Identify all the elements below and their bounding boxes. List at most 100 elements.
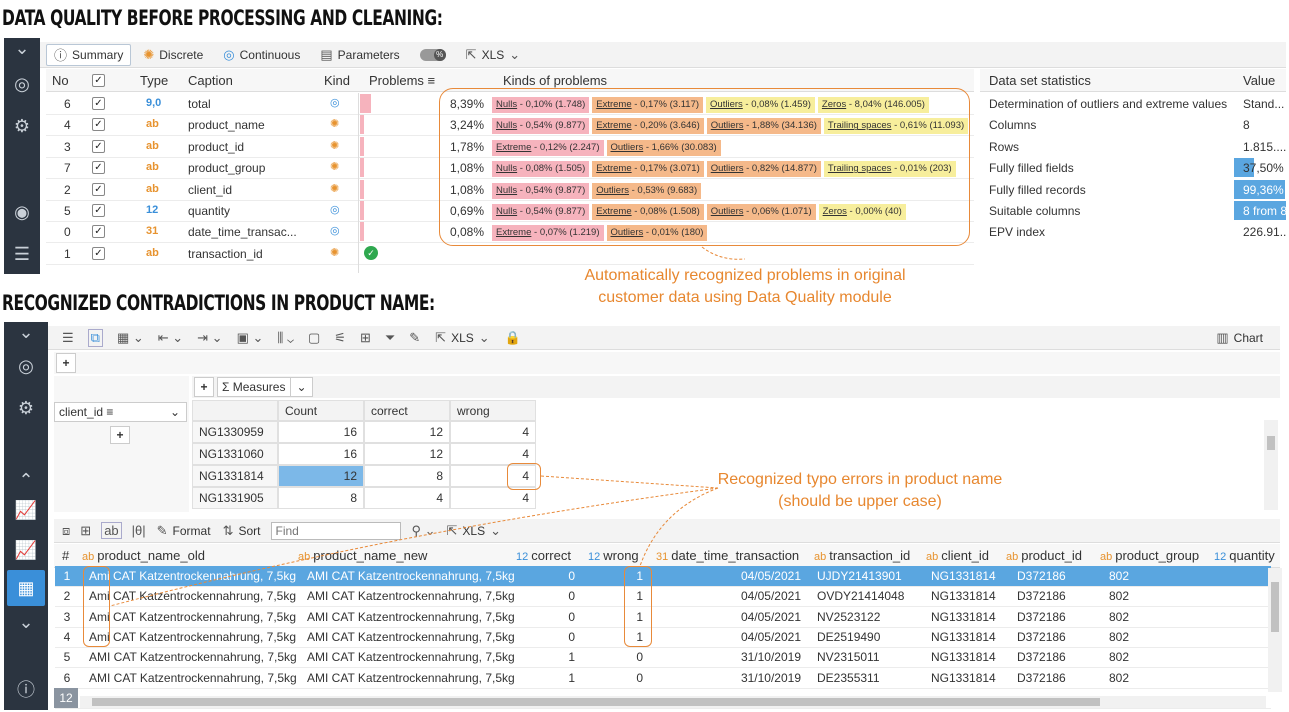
export-icon-2: ⇱ — [435, 329, 447, 345]
pivot-xls-button[interactable]: ⇱ XLS ⌄ — [434, 327, 491, 349]
row-no: 0 — [64, 225, 71, 240]
frame-icon[interactable]: ▢ — [308, 330, 320, 346]
pivot-cell[interactable]: 16 — [278, 421, 364, 443]
indent-icon[interactable]: ⇤ ⌄ — [158, 330, 183, 346]
pivot-row-label: NG1331060 — [192, 443, 278, 465]
data-cell: DE2519490 — [817, 629, 881, 644]
bottom-sidebar: ⌄ ◎ ⚙ ⌃ 📈 📈 ▦ ⌄ ⓘ — [4, 322, 48, 710]
row-no: 5 — [64, 204, 71, 218]
pivot-filter-area: + — [54, 352, 1280, 374]
add-row-field-button[interactable]: + — [110, 426, 130, 444]
data-row[interactable]: 6 AMI CAT Katzentrockennahrung, 7,5kg AMI … — [55, 668, 1271, 688]
row-checkbox[interactable]: ✓ — [92, 118, 105, 132]
measures-field[interactable]: Σ Measures ⌄ — [217, 377, 313, 397]
row-checkbox[interactable]: ✓ — [92, 225, 105, 239]
info-icon-2[interactable]: ⓘ — [12, 680, 40, 700]
data-cell: 0 — [636, 650, 643, 665]
settings-person-icon-2[interactable]: ⚙ — [12, 398, 40, 418]
data-cell: AMI CAT Katzentrockennahrung, 7,5kg — [307, 650, 515, 665]
col-kind[interactable]: Kind — [324, 73, 350, 88]
list-icon[interactable]: ☰ — [8, 244, 36, 264]
row-caption: total — [188, 97, 211, 111]
continuous-tab[interactable]: ◎ Continuous — [215, 44, 308, 66]
data-cell: 0 — [636, 670, 643, 685]
pivot-corner — [192, 400, 278, 421]
grid-icon[interactable]: ▦ ⌄ — [117, 330, 144, 346]
row-checkbox[interactable]: ✓ — [92, 204, 105, 217]
summary-tab[interactable]: ⓘ Summary — [46, 43, 132, 66]
percent-toggle[interactable]: % — [412, 44, 454, 66]
client-id-field[interactable]: client_id ≡ ⌄ — [54, 402, 187, 422]
layout-icon[interactable]: ▣ ⌄ — [237, 330, 264, 346]
list-view-icon[interactable]: ☰ — [62, 330, 74, 346]
col-type-icon: ab — [1006, 551, 1019, 563]
pivot-cell[interactable]: 12 — [364, 421, 450, 443]
col-caption[interactable]: Caption — [188, 73, 233, 88]
bar-chart-icon: ▥ — [1216, 329, 1229, 345]
row-caption: quantity — [188, 204, 231, 218]
pivot-cell[interactable]: 16 — [278, 443, 364, 465]
chart-button[interactable]: ▥ Chart — [1215, 327, 1264, 349]
col-type-icon: 12 — [1214, 551, 1227, 563]
collapse-icon-2[interactable]: ⌄ — [12, 322, 40, 342]
data-col-header[interactable]: # — [62, 544, 69, 568]
discrete-kind-icon: ✺ — [330, 182, 340, 195]
col-problems[interactable]: Problems ≡ — [369, 73, 435, 88]
collapse-icon[interactable]: ⌄ — [8, 38, 36, 58]
add-measure-button[interactable]: + — [194, 377, 214, 397]
add-column-icon[interactable]: ⇥ ⌄ — [197, 330, 222, 346]
pivot-cell[interactable]: 4 — [450, 421, 536, 443]
data-row[interactable]: 5 AMI CAT Katzentrockennahrung, 7,5kg AMI … — [55, 647, 1271, 667]
data-row[interactable]: 4 Ami CAT Katzentrockennahrung, 7,5kg AMI … — [55, 627, 1271, 647]
chevron-down-icon-4: ⌄ — [169, 405, 180, 419]
discrete-tab[interactable]: ✺ Discrete — [135, 44, 211, 66]
chart-icon[interactable]: 📈 — [12, 500, 40, 520]
filter-icon[interactable]: ⏷ — [385, 330, 395, 346]
settings-person-icon[interactable]: ⚙ — [8, 116, 36, 136]
pivot-xls-label: XLS — [451, 330, 474, 345]
parameters-button[interactable]: ▤ Parameters — [312, 44, 407, 66]
bottom-annotation: Recognized typo errors in product name (… — [717, 471, 1003, 510]
compass-icon-2[interactable]: ◎ — [12, 356, 40, 376]
data-scrollbar-h[interactable] — [80, 696, 1266, 708]
pivot-col-header[interactable]: correct — [364, 400, 450, 421]
data-cell: NG1331814 — [931, 569, 996, 583]
pivot-cell[interactable]: 12 — [364, 443, 450, 465]
columns-icon[interactable]: ⫼ ⌄ — [277, 330, 294, 346]
pivot-col-header[interactable]: wrong — [450, 400, 536, 421]
pivot-scrollbar[interactable] — [1264, 420, 1278, 510]
data-scrollbar-v[interactable] — [1268, 568, 1282, 692]
table-view-icon[interactable]: ▦ — [7, 570, 45, 606]
table-sum-icon[interactable]: ⊞ — [360, 330, 371, 346]
col-kinds[interactable]: Kinds of problems — [503, 73, 607, 88]
select-icon[interactable]: ⧈ — [62, 523, 70, 539]
add-filter-button[interactable]: + — [56, 353, 76, 373]
col-type[interactable]: Type — [140, 73, 168, 88]
chart-icon-2[interactable]: 📈 — [12, 540, 40, 560]
col-type-icon: ab — [814, 551, 827, 563]
row-checkbox[interactable]: ✓ — [92, 161, 105, 175]
brush-icon[interactable]: ✎ — [409, 330, 420, 346]
chevron-down-icon-2[interactable]: ⌄ — [12, 612, 40, 632]
data-cell: 1 — [568, 650, 575, 665]
data-cell: UJDY21413901 — [817, 569, 902, 583]
pivot-cell[interactable]: 4 — [450, 443, 536, 465]
eye-icon[interactable]: ◉ — [8, 202, 36, 222]
compass-icon[interactable]: ◎ — [8, 74, 36, 94]
pivot-view-icon[interactable]: ⧉ — [87, 328, 103, 347]
lock-icon[interactable]: 🔒 — [505, 330, 521, 346]
columns-tree-icon[interactable]: ⊞ — [80, 523, 91, 539]
row-checkbox[interactable]: ✓ — [92, 182, 105, 196]
xls-export-button[interactable]: ⇱ XLS ⌄ — [458, 44, 529, 66]
chevron-up-icon[interactable]: ⌃ — [12, 470, 40, 490]
data-cell: 1 — [568, 670, 575, 685]
data-cell: Ami CAT Katzentrockennahrung, 7,5kg — [89, 629, 296, 644]
pivot-col-header[interactable]: Count — [278, 400, 364, 421]
row-checkbox[interactable]: ✓ — [92, 97, 105, 110]
stats-row: Fully filled fields 37,50% — [980, 157, 1286, 178]
row-checkbox[interactable]: ✓ — [92, 246, 105, 260]
row-checkbox[interactable]: ✓ — [92, 139, 105, 153]
select-all-checkbox[interactable]: ✓ — [92, 74, 105, 87]
filter-sum-icon[interactable]: ⚟ — [334, 330, 346, 346]
col-no[interactable]: No — [52, 73, 69, 88]
